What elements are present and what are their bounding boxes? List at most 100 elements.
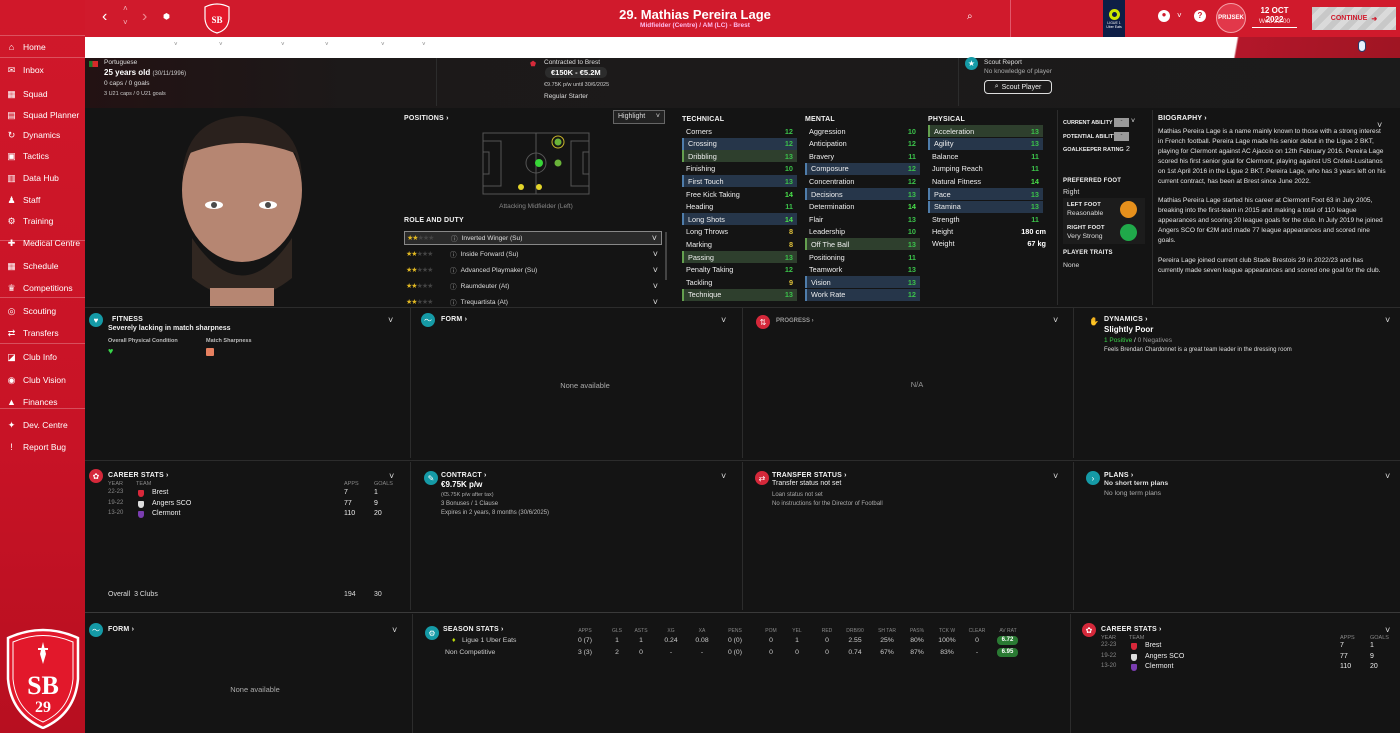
sidebar-item-schedule[interactable]: ▦ Schedule <box>0 255 85 277</box>
info-icon[interactable]: ⓘ <box>450 265 457 275</box>
attribute-long-throws[interactable]: Long Throws 8 <box>682 226 797 238</box>
dynamics-title[interactable]: DYNAMICS › <box>1104 316 1148 323</box>
chevron-down-icon[interactable]: ˅ <box>389 471 394 481</box>
info-icon[interactable]: ⓘ <box>450 297 457 307</box>
chevron-down-icon[interactable]: ˅ <box>392 625 397 635</box>
info-icon[interactable]: ⓘ <box>450 249 457 259</box>
career-team-link[interactable]: Clermont <box>1145 663 1173 670</box>
attribute-aggression[interactable]: Aggression 10 <box>805 125 920 137</box>
attribute-technique[interactable]: Technique 13 <box>682 288 797 301</box>
role-row[interactable]: ★★★★★ ⓘ Raumdeuter (At) ˅ <box>404 279 662 293</box>
attribute-tackling[interactable]: Tackling 9 <box>682 276 797 288</box>
attribute-leadership[interactable]: Leadership 10 <box>805 226 920 238</box>
tab-4-dropdown[interactable]: ˅ <box>325 42 329 48</box>
chevron-down-icon[interactable]: ˅ <box>1053 315 1058 325</box>
forward-button[interactable]: › <box>142 8 147 26</box>
sidebar-item-report-bug[interactable]: ! Report Bug <box>0 436 85 458</box>
attribute-anticipation[interactable]: Anticipation 12 <box>805 138 920 150</box>
transfer-status-title[interactable]: TRANSFER STATUS › <box>772 472 847 479</box>
career-team-link[interactable]: Brest <box>1145 642 1161 649</box>
sidebar-item-dev-centre[interactable]: ✦ Dev. Centre <box>0 414 85 436</box>
down-arrow-icon[interactable]: ˅ <box>123 18 128 27</box>
tab-3-dropdown[interactable]: ˅ <box>281 42 285 48</box>
attribute-concentration[interactable]: Concentration 12 <box>805 175 920 187</box>
attribute-acceleration[interactable]: Acceleration 13 <box>928 125 1043 137</box>
scout-player-button[interactable]: ⌕ Scout Player <box>984 80 1052 94</box>
chevron-down-icon[interactable]: ˅ <box>1385 471 1390 481</box>
sidebar-item-training[interactable]: ⚙ Training <box>0 210 85 232</box>
chevron-down-icon[interactable]: ˅ <box>1053 471 1058 481</box>
tab-6-dropdown[interactable]: ˅ <box>422 42 426 48</box>
sidebar-item-inbox[interactable]: ✉ Inbox <box>0 59 85 81</box>
season-competition[interactable]: Non Competitive <box>445 649 495 656</box>
attribute-determination[interactable]: Determination 14 <box>805 201 920 213</box>
info-icon[interactable]: ⓘ <box>450 281 457 291</box>
attribute-first-touch[interactable]: First Touch 13 <box>682 175 797 188</box>
sidebar-item-club-vision[interactable]: ◉ Club Vision <box>0 369 85 391</box>
attribute-pace[interactable]: Pace 13 <box>928 188 1043 200</box>
position-mc[interactable] <box>535 159 543 167</box>
chevron-down-icon[interactable]: ˅ <box>653 265 658 275</box>
attribute-work-rate[interactable]: Work Rate 12 <box>805 288 920 301</box>
search-icon[interactable]: ⌕ <box>967 11 973 22</box>
attribute-dribbling[interactable]: Dribbling 13 <box>682 150 797 163</box>
chevron-down-icon[interactable]: ˅ <box>1385 315 1390 325</box>
attribute-marking[interactable]: Marking 8 <box>682 238 797 250</box>
role-row[interactable]: ★★★★★ ⓘ Inside Forward (Su) ˅ <box>404 247 662 261</box>
career-team-link[interactable]: Brest <box>152 489 168 496</box>
sidebar-item-staff[interactable]: ♟ Staff <box>0 189 85 211</box>
sidebar-item-transfers[interactable]: ⇄ Transfers <box>0 322 85 344</box>
sidebar-item-club-info[interactable]: ◪ Club Info <box>0 346 85 368</box>
attribute-passing[interactable]: Passing 13 <box>682 251 797 263</box>
tab-1-dropdown[interactable]: ˅ <box>174 42 178 48</box>
manager-badge[interactable]: PRIJSEK <box>1216 3 1246 33</box>
sidebar-item-squad-planner[interactable]: ▤ Squad Planner <box>0 104 85 126</box>
attribute-flair[interactable]: Flair 13 <box>805 213 920 225</box>
chevron-down-icon[interactable]: ˅ <box>653 281 658 291</box>
attribute-balance[interactable]: Balance 11 <box>928 150 1043 162</box>
career-team-link[interactable]: Angers SCO <box>1145 653 1184 660</box>
tab-2-dropdown[interactable]: ˅ <box>219 42 223 48</box>
contract-title[interactable]: CONTRACT › <box>441 472 487 479</box>
role-row[interactable]: ★★★★★ ⓘ Advanced Playmaker (Su) ˅ <box>404 263 662 277</box>
attribute-composure[interactable]: Composure 12 <box>805 162 920 175</box>
continue-button[interactable]: CONTINUE ➜ <box>1312 7 1396 30</box>
sidebar-item-data-hub[interactable]: ▥ Data Hub <box>0 167 85 189</box>
attribute-bravery[interactable]: Bravery 11 <box>805 150 920 162</box>
sidebar-item-tactics[interactable]: ▣ Tactics <box>0 145 85 167</box>
attribute-decisions[interactable]: Decisions 13 <box>805 188 920 200</box>
plans-title[interactable]: PLANS › <box>1104 472 1133 479</box>
sidebar-item-medical-centre[interactable]: ✚ Medical Centre <box>0 232 85 254</box>
attribute-natural-fitness[interactable]: Natural Fitness 14 <box>928 175 1043 187</box>
sidebar-item-competitions[interactable]: ♛ Competitions <box>0 277 85 299</box>
attribute-off-the-ball[interactable]: Off The Ball 13 <box>805 238 920 251</box>
globe-icon[interactable]: ● <box>1158 10 1170 22</box>
help-icon[interactable]: ? <box>1194 10 1206 22</box>
biography-title[interactable]: BIOGRAPHY › <box>1158 115 1207 122</box>
career-stats-title-2[interactable]: CAREER STATS › <box>1101 626 1162 633</box>
chevron-down-icon[interactable]: ˅ <box>652 233 657 243</box>
season-stats-title[interactable]: SEASON STATS › <box>443 626 504 633</box>
position-aml[interactable] <box>554 138 562 146</box>
attribute-penalty-taking[interactable]: Penalty Taking 12 <box>682 264 797 276</box>
career-team-link[interactable]: Clermont <box>152 510 180 517</box>
attribute-free-kick-taking[interactable]: Free Kick Taking 14 <box>682 188 797 200</box>
positions-title[interactable]: POSITIONS › <box>404 115 449 122</box>
attribute-strength[interactable]: Strength 11 <box>928 213 1043 225</box>
sidebar-item-dynamics[interactable]: ↻ Dynamics <box>0 124 85 146</box>
attribute-stamina[interactable]: Stamina 13 <box>928 200 1043 213</box>
chevron-down-icon[interactable]: ˅ <box>1131 118 1135 125</box>
attribute-teamwork[interactable]: Teamwork 13 <box>805 264 920 276</box>
attribute-long-shots[interactable]: Long Shots 14 <box>682 213 797 226</box>
progress-title[interactable]: PROGRESS › <box>776 318 814 324</box>
sidebar-item-squad[interactable]: ▦ Squad <box>0 83 85 105</box>
attribute-vision[interactable]: Vision 13 <box>805 276 920 289</box>
position-dm[interactable] <box>536 184 542 190</box>
position-amc[interactable] <box>554 159 562 167</box>
attribute-finishing[interactable]: Finishing 10 <box>682 163 797 175</box>
notification-pin-icon[interactable] <box>1358 40 1366 52</box>
chevron-down-icon[interactable]: ˅ <box>1177 11 1182 20</box>
shield-icon[interactable]: ⬢ <box>163 12 170 21</box>
sidebar-item-finances[interactable]: ▲ Finances <box>0 391 85 413</box>
up-arrow-icon[interactable]: ˄ <box>123 4 128 13</box>
